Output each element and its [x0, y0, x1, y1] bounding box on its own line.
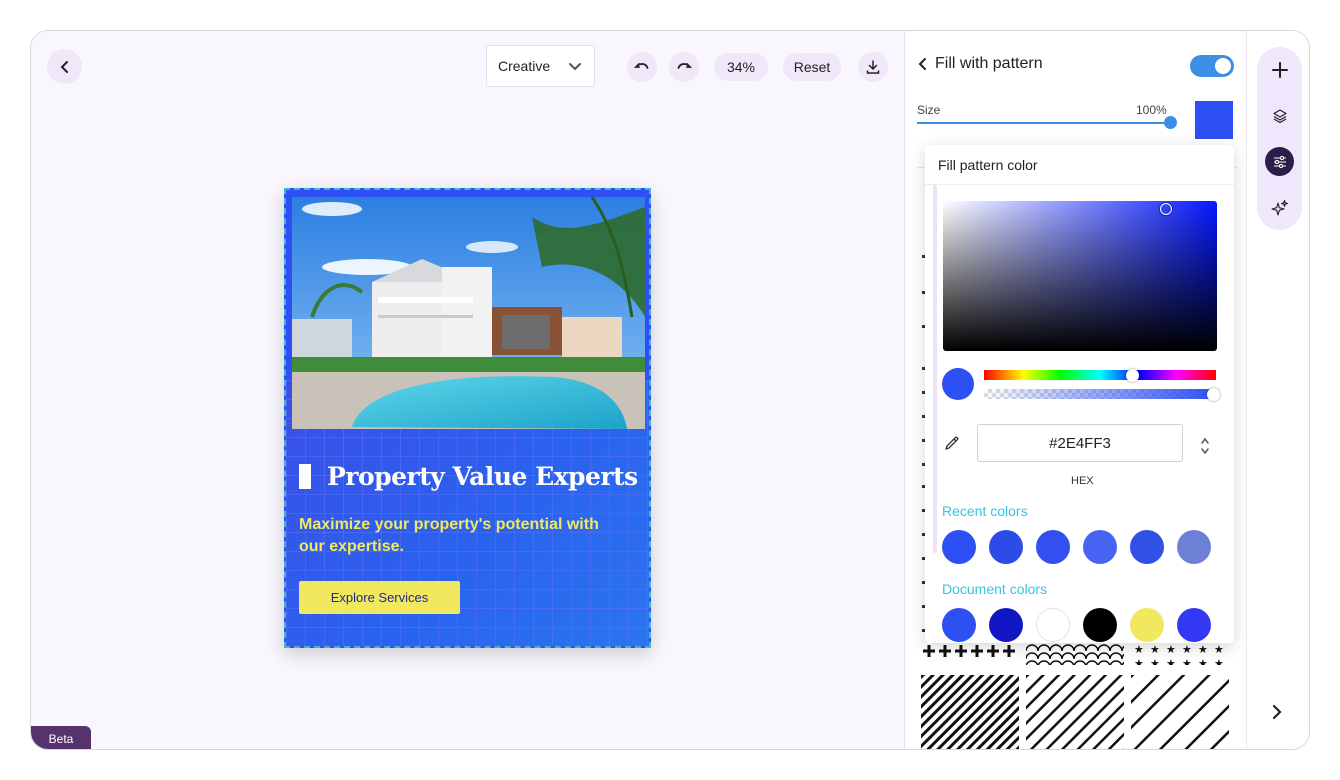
- redo-button[interactable]: [669, 52, 699, 82]
- pattern-wide-stripes[interactable]: [1131, 675, 1229, 749]
- recent-color-swatch[interactable]: [942, 530, 976, 564]
- reset-button[interactable]: Reset: [783, 53, 841, 81]
- chevron-up-down-icon: [1201, 437, 1209, 455]
- pattern-stars[interactable]: ★: [1131, 643, 1229, 665]
- canvas-area: Creative 34% Reset Property Value Expert…: [31, 31, 904, 749]
- house-photo: [292, 197, 645, 429]
- layers-button[interactable]: [1265, 101, 1294, 130]
- explore-services-button[interactable]: Explore Services: [299, 581, 460, 614]
- zoom-level[interactable]: 34%: [714, 53, 768, 81]
- download-button[interactable]: [858, 52, 888, 82]
- document-color-swatch[interactable]: [1036, 608, 1070, 642]
- hue-slider-handle[interactable]: [1126, 369, 1139, 382]
- undo-icon: [634, 63, 649, 69]
- recent-color-swatch[interactable]: [1036, 530, 1070, 564]
- next-button[interactable]: [1269, 703, 1285, 726]
- ai-button[interactable]: [1265, 193, 1294, 222]
- format-stepper[interactable]: [1200, 436, 1210, 461]
- document-color-swatch[interactable]: [989, 608, 1023, 642]
- hue-slider[interactable]: [984, 370, 1216, 380]
- document-colors-label: Document colors: [942, 581, 1048, 597]
- design-headline[interactable]: Property Value Experts: [299, 462, 638, 491]
- design-subtitle[interactable]: Maximize your property's potential with …: [299, 514, 629, 558]
- redo-icon: [677, 63, 692, 69]
- fill-pattern-toggle[interactable]: [1190, 55, 1234, 77]
- pattern-grid: ★: [921, 643, 1231, 749]
- recent-color-swatch[interactable]: [1177, 530, 1211, 564]
- pattern-medium-stripes[interactable]: [1026, 675, 1124, 749]
- right-toolbar: [1246, 31, 1309, 749]
- hex-label: HEX: [1071, 475, 1094, 487]
- divider: [925, 184, 1234, 185]
- chevron-left-icon: [60, 60, 68, 73]
- back-button[interactable]: [47, 49, 82, 84]
- pattern-plus[interactable]: [921, 643, 1019, 665]
- alpha-slider-handle[interactable]: [1207, 388, 1220, 401]
- download-icon: [866, 60, 880, 74]
- panel-header[interactable]: Fill with pattern: [917, 55, 1043, 73]
- toggle-knob: [1215, 58, 1231, 74]
- size-slider-handle[interactable]: [1164, 116, 1177, 129]
- app-window: Creative 34% Reset Property Value Expert…: [30, 30, 1310, 750]
- template-select-value: Creative: [498, 58, 551, 74]
- saturation-value-marker[interactable]: [1160, 203, 1172, 215]
- saturation-value-field[interactable]: [943, 201, 1217, 351]
- hex-input[interactable]: #2E4FF3: [977, 424, 1183, 462]
- document-color-swatch[interactable]: [1177, 608, 1211, 642]
- recent-color-swatch[interactable]: [989, 530, 1023, 564]
- recent-color-swatch[interactable]: [1083, 530, 1117, 564]
- scrollbar[interactable]: [933, 185, 937, 553]
- headline-text: Property Value Experts: [327, 462, 638, 491]
- beta-badge: Beta: [31, 726, 91, 749]
- recent-color-swatch[interactable]: [1130, 530, 1164, 564]
- sliders-icon: [1273, 155, 1286, 168]
- current-color-preview: [942, 368, 974, 400]
- eyedropper-button[interactable]: [944, 435, 960, 456]
- size-label: Size: [917, 103, 941, 117]
- add-button[interactable]: [1265, 55, 1294, 84]
- color-picker-title: Fill pattern color: [938, 157, 1038, 173]
- adjust-button[interactable]: [1265, 147, 1294, 176]
- plus-icon: [1271, 61, 1288, 78]
- sparkles-icon: [1270, 199, 1288, 216]
- document-color-swatch[interactable]: [942, 608, 976, 642]
- color-picker-popup: Fill pattern color #2E4FF3 HEX Recent co…: [925, 145, 1234, 643]
- panel-title: Fill with pattern: [935, 55, 1043, 72]
- chevron-down-icon: [569, 63, 581, 71]
- size-value: 100%: [1136, 103, 1167, 117]
- design-canvas[interactable]: Property Value Experts Maximize your pro…: [284, 188, 651, 648]
- document-color-swatch[interactable]: [1083, 608, 1117, 642]
- alpha-slider[interactable]: [984, 389, 1216, 399]
- undo-button[interactable]: [627, 52, 657, 82]
- eyedropper-icon: [945, 436, 959, 450]
- size-slider-track[interactable]: [917, 122, 1170, 124]
- recent-colors-label: Recent colors: [942, 503, 1028, 519]
- chevron-right-icon: [1272, 704, 1282, 720]
- headline-bar: [299, 464, 311, 489]
- chevron-left-icon: [918, 58, 926, 70]
- layers-icon: [1272, 108, 1287, 123]
- document-color-swatch[interactable]: [1130, 608, 1164, 642]
- tool-group: [1257, 47, 1302, 230]
- template-select[interactable]: Creative: [486, 45, 595, 87]
- fill-color-swatch[interactable]: [1195, 101, 1233, 139]
- pattern-scales[interactable]: [1026, 643, 1124, 665]
- pattern-dense-stripes[interactable]: [921, 675, 1019, 749]
